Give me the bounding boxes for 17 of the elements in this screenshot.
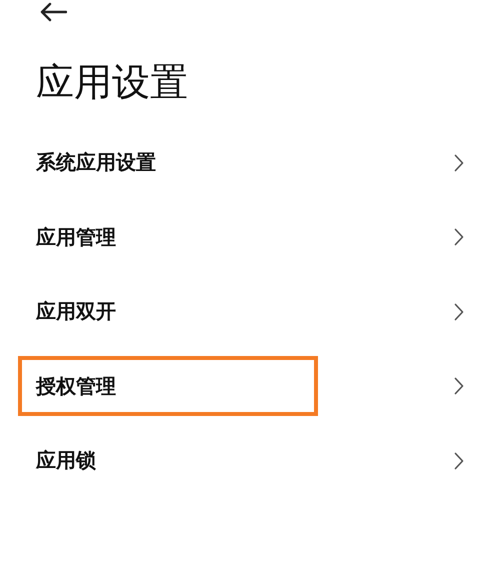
chevron-icon: [454, 228, 464, 246]
item-label: 应用管理: [36, 224, 116, 251]
back-icon[interactable]: [39, 2, 67, 22]
settings-item[interactable]: 系统应用设置: [0, 126, 500, 200]
item-label: 应用双开: [36, 298, 116, 326]
settings-item[interactable]: 授权管理: [0, 349, 500, 424]
chevron-icon: [454, 154, 464, 172]
page-title: 应用设置: [36, 60, 189, 106]
chevron-icon: [454, 302, 464, 321]
item-label: 授权管理: [36, 372, 116, 400]
chevron-icon: [454, 452, 464, 470]
item-label: 系统应用设置: [36, 149, 156, 176]
settings-item[interactable]: 应用管理: [0, 200, 500, 275]
item-label: 应用锁: [36, 447, 96, 474]
chevron-icon: [454, 377, 464, 396]
settings-item[interactable]: 应用双开: [0, 274, 500, 350]
settings-item[interactable]: 应用锁: [0, 424, 500, 498]
